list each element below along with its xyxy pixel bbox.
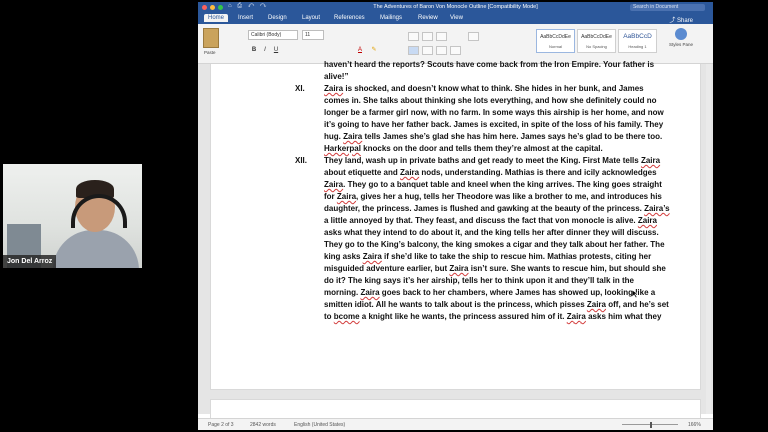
language[interactable]: English (United States)	[294, 422, 345, 428]
align-right-icon[interactable]	[436, 46, 447, 55]
italic-button[interactable]: I	[261, 46, 269, 54]
doc-line: do it? The king says it’s her airship, t…	[324, 276, 634, 285]
share-button[interactable]: ⤴ Share	[669, 15, 693, 24]
align-center-icon[interactable]	[422, 46, 433, 55]
webcam-name-label: Jon Del Arroz	[3, 255, 57, 268]
document-page[interactable]: haven’t heard the reports? Scouts have c…	[210, 60, 701, 390]
styles-pane-button[interactable]: Styles Pane	[669, 28, 693, 58]
title-bar: ⌂ ⎙ ↶ ↷ The Adventures of Baron Von Mono…	[198, 2, 713, 13]
doc-line: daughter, the princess. James is flushed…	[324, 204, 670, 213]
tab-mailings[interactable]: Mailings	[380, 15, 402, 21]
list-numeral: XI.	[295, 84, 305, 93]
vertical-scrollbar[interactable]	[706, 64, 711, 414]
tab-view[interactable]: View	[450, 15, 463, 21]
tab-layout[interactable]: Layout	[302, 15, 320, 21]
tab-insert[interactable]: Insert	[238, 15, 253, 21]
font-size-select[interactable]: 11	[302, 30, 324, 40]
doc-line: hug. Zaira tells James she’s glad she ha…	[324, 132, 663, 141]
list-numeral: XII.	[295, 156, 308, 165]
doc-line: haven’t heard the reports? Scouts have c…	[324, 60, 655, 69]
word-count[interactable]: 2842 words	[250, 422, 276, 428]
bullets-icon[interactable]	[408, 32, 419, 41]
multilevel-list-icon[interactable]	[436, 32, 447, 41]
spellcheck-flag: Zaira	[640, 156, 661, 165]
spellcheck-flag: Zaira	[400, 168, 420, 177]
font-name-select[interactable]: Calibri (Body)	[248, 30, 298, 40]
align-left-icon[interactable]	[408, 46, 419, 55]
paste-icon[interactable]	[203, 28, 219, 48]
spellcheck-flag: Zaira	[362, 252, 382, 261]
tab-design[interactable]: Design	[268, 15, 287, 21]
page-count[interactable]: Page 2 of 3	[208, 422, 234, 428]
style-name: Normal	[549, 44, 562, 49]
bold-button[interactable]: B	[250, 46, 258, 54]
justify-icon[interactable]	[450, 46, 461, 55]
doc-line: alive!”	[324, 72, 349, 81]
spellcheck-flag: Zaira	[336, 192, 357, 201]
style-name: Heading 1	[628, 44, 647, 49]
doc-line: Zaira is shocked, and doesn’t know what …	[324, 84, 644, 93]
style-sample: AaBbCcDdEe	[581, 34, 612, 40]
show-formatting-icon[interactable]	[468, 32, 479, 41]
style-sample: AaBbCcD	[623, 33, 652, 40]
style-name: No Spacing	[586, 44, 607, 49]
doc-line: for Zaira, gives her a hug, tells her Th…	[324, 192, 662, 201]
doc-line: comes in. She talks about thinking she l…	[324, 96, 657, 105]
doc-line: about etiquette and Zaira nods, understa…	[324, 168, 657, 177]
ribbon: Paste Calibri (Body) 11 B I U A ✎ AaBbCc…	[198, 24, 713, 64]
doc-line: smitten idiot. All he wants to talk abou…	[324, 300, 669, 309]
style-normal[interactable]: AaBbCcDdEe Normal	[536, 29, 575, 53]
doc-line: to bcome a knight like he wants, the pri…	[324, 312, 662, 321]
spellcheck-flag: Zaira	[360, 288, 380, 297]
webcam-video: Jon Del Arroz	[3, 164, 142, 268]
doc-line: king asks Zaira if she’d like to take th…	[324, 252, 652, 261]
doc-line: a little annoyed by that. They feast, an…	[324, 216, 657, 225]
mouse-cursor-icon	[632, 290, 638, 298]
spellcheck-flag: Zaira	[324, 84, 344, 93]
doc-line: They go to the King’s balcony, the king …	[324, 240, 665, 249]
spellcheck-flag: Zaira’s	[644, 204, 670, 213]
style-heading-1[interactable]: AaBbCcD Heading 1	[618, 29, 657, 53]
doc-line: longer be a farmer girl now, with no far…	[324, 108, 664, 117]
tab-references[interactable]: References	[334, 15, 365, 21]
zoom-slider-handle[interactable]	[650, 422, 652, 428]
highlight-button[interactable]: ✎	[370, 46, 378, 54]
spellcheck-flag: Zaira	[586, 300, 606, 309]
tab-review[interactable]: Review	[418, 15, 438, 21]
doc-line: morning. Zaira goes back to her chambers…	[324, 288, 656, 297]
tab-home[interactable]: Home	[204, 14, 229, 22]
doc-line: it’s going to have her father back. Jame…	[324, 120, 664, 129]
styles-pane-label: Styles Pane	[669, 42, 694, 47]
spellcheck-flag: Zaira	[343, 132, 363, 141]
spellcheck-flag: Zaira	[449, 264, 469, 273]
spellcheck-flag: Zaira	[637, 216, 657, 225]
paste-label: Paste	[204, 50, 216, 55]
document-canvas: haven’t heard the reports? Scouts have c…	[198, 60, 713, 421]
ribbon-tabs: Home Insert Design Layout References Mai…	[198, 13, 713, 24]
status-bar: Page 2 of 3 2842 words English (United S…	[198, 418, 713, 430]
doc-line: Zaira. They go to a banquet table and kn…	[324, 180, 662, 189]
spellcheck-flag: Zaira	[324, 180, 344, 189]
spellcheck-flag: Zaira	[566, 312, 586, 321]
doc-line: asks what they intend to do about it, an…	[324, 228, 659, 237]
font-color-button[interactable]: A	[356, 46, 364, 54]
search-input[interactable]: Search in Document	[630, 4, 705, 11]
doc-line: Harkerpal knocks on the door and tells t…	[324, 144, 603, 153]
style-sample: AaBbCcDdEe	[540, 34, 571, 40]
spellcheck-flag: Harkerpal	[324, 144, 361, 153]
doc-line: misguided adventure earlier, but Zaira i…	[324, 264, 666, 273]
styles-pane-icon	[675, 28, 687, 40]
spellcheck-flag: bcome	[333, 312, 360, 321]
zoom-level[interactable]: 166%	[688, 422, 701, 428]
word-window: ⌂ ⎙ ↶ ↷ The Adventures of Baron Von Mono…	[198, 2, 713, 430]
numbering-icon[interactable]	[422, 32, 433, 41]
underline-button[interactable]: U	[272, 46, 280, 54]
style-no-spacing[interactable]: AaBbCcDdEe No Spacing	[577, 29, 616, 53]
doc-line: They land, wash up in private baths and …	[324, 156, 661, 165]
